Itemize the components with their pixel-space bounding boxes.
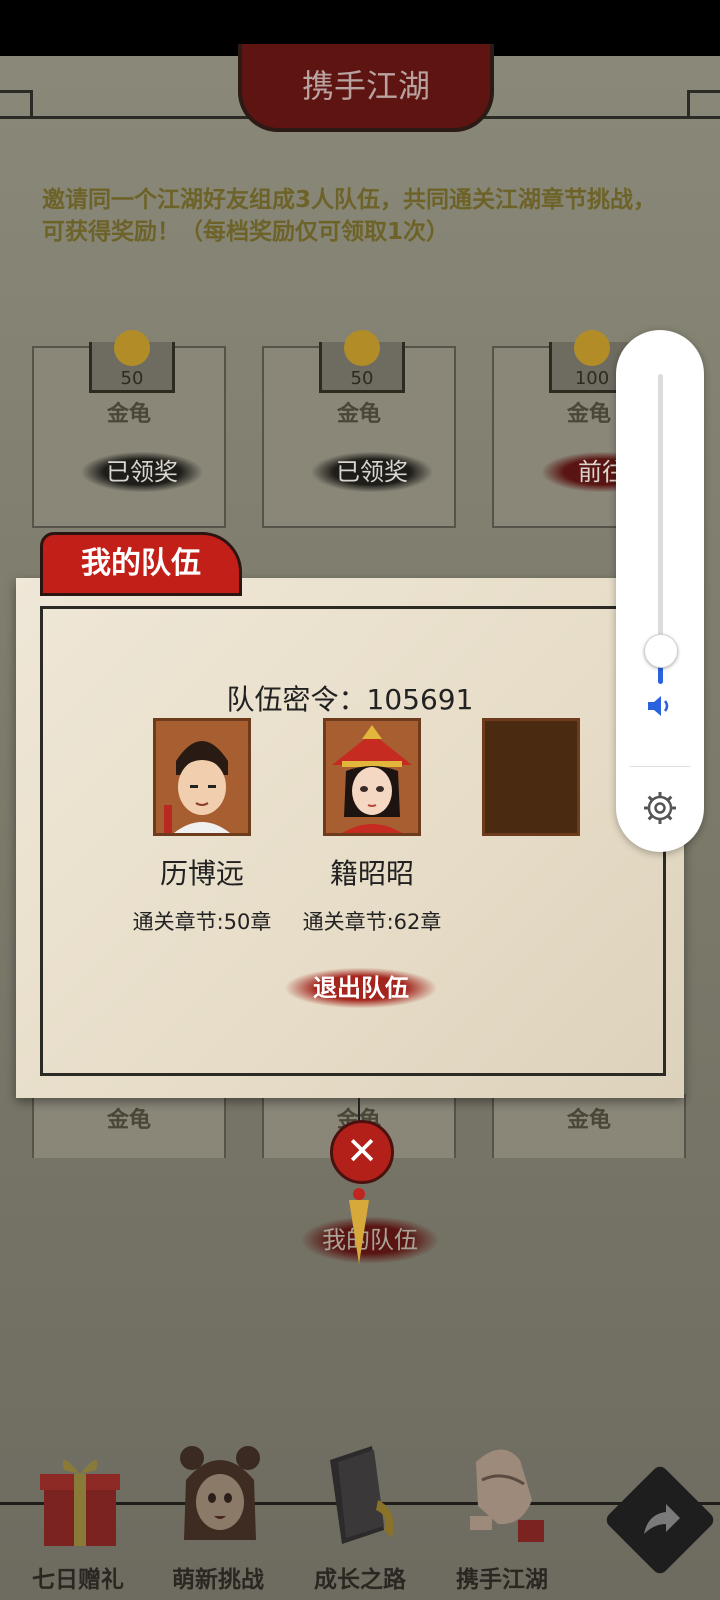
member-avatar — [323, 718, 421, 836]
gear-icon[interactable] — [642, 790, 678, 826]
reward-card-4: 金龟 — [32, 1094, 226, 1158]
reward-card-6: 金龟 — [492, 1094, 686, 1158]
gold-turtle-icon — [114, 330, 150, 366]
nav-item-join-hands[interactable]: 携手江湖 — [442, 1440, 562, 1600]
team-code: 队伍密令：105691 — [226, 683, 474, 716]
reward-card-1: 50 金龟 已领奖 — [32, 330, 226, 528]
close-button[interactable]: ✕ — [330, 1120, 394, 1184]
reward-frame: 50 — [319, 330, 405, 393]
member-name: 历博远 — [159, 857, 244, 890]
nav-item-growth-path[interactable]: 成长之路 — [300, 1440, 420, 1600]
girl-avatar-icon — [180, 1446, 260, 1540]
reward-amount: 50 — [350, 368, 374, 389]
share-arrow-icon — [644, 1504, 680, 1534]
handshake-icon — [470, 1449, 544, 1542]
gold-turtle-icon — [574, 330, 610, 366]
intro-line-2: 可获得奖励！（每档奖励仅可领取1次） — [42, 219, 450, 245]
reward-amount: 50 — [120, 368, 144, 389]
member-chapters: 通关章节:62章 — [302, 910, 442, 934]
nav-item-seven-day-gift[interactable]: 七日赠礼 — [18, 1440, 138, 1600]
nav-label: 成长之路 — [314, 1567, 406, 1593]
my-team-button[interactable]: 我的队伍 — [300, 1216, 440, 1264]
header-corner-right — [687, 90, 720, 117]
girl-portrait-icon — [326, 721, 418, 833]
gift-box-icon — [40, 1459, 120, 1546]
share-button[interactable] — [603, 1463, 717, 1577]
close-icon: ✕ — [346, 1129, 378, 1173]
speaker-icon[interactable] — [644, 690, 676, 722]
dialog-title-tab: 我的队伍 — [40, 532, 242, 596]
tassel-icon — [349, 1200, 369, 1264]
empty-member-slot[interactable] — [482, 718, 580, 836]
volume-slider-thumb[interactable] — [644, 634, 678, 668]
volume-panel — [616, 330, 704, 852]
reward-name: 金龟 — [336, 402, 381, 427]
book-icon — [330, 1446, 394, 1544]
tassel-bead — [353, 1188, 365, 1200]
intro-line-1: 邀请同一个江湖好友组成3人队伍，共同通关江湖章节挑战， — [42, 187, 657, 213]
page-title: 携手江湖 — [238, 44, 494, 132]
nav-label: 七日赠礼 — [32, 1567, 124, 1593]
nav-label: 萌新挑战 — [172, 1567, 264, 1593]
header-corner-left — [0, 90, 33, 117]
gold-turtle-icon — [344, 330, 380, 366]
bottom-nav: 七日赠礼 萌新挑战 成长之路 携手江湖 — [0, 1440, 720, 1600]
volume-divider — [630, 766, 690, 767]
leave-team-button[interactable]: 退出队伍 — [286, 968, 436, 1008]
reward-name: 金龟 — [106, 1108, 151, 1133]
reward-card-2: 50 金龟 已领奖 — [262, 330, 456, 528]
my-team-dialog: 我的队伍 队伍密令：105691 历博远 通关章节:50章 籍昭昭 通关章节:6… — [16, 532, 684, 1098]
team-member-1: 历博远 通关章节:50章 — [112, 718, 292, 936]
team-member-2: 籍昭昭 通关章节:62章 — [282, 718, 462, 936]
close-string — [358, 1098, 360, 1122]
member-name: 籍昭昭 — [329, 857, 414, 890]
claimed-button[interactable]: 已领奖 — [312, 452, 432, 492]
claimed-button[interactable]: 已领奖 — [82, 452, 202, 492]
member-avatar — [153, 718, 251, 836]
reward-frame: 50 — [89, 330, 175, 393]
swordsman-portrait-icon — [156, 721, 248, 833]
reward-name: 金龟 — [566, 1108, 611, 1133]
nav-item-newbie-challenge[interactable]: 萌新挑战 — [158, 1440, 278, 1600]
intro-text: 邀请同一个江湖好友组成3人队伍，共同通关江湖章节挑战， 可获得奖励！（每档奖励仅… — [42, 184, 682, 248]
reward-name: 金龟 — [106, 402, 151, 427]
nav-label: 携手江湖 — [456, 1567, 548, 1593]
member-chapters: 通关章节:50章 — [132, 910, 272, 934]
